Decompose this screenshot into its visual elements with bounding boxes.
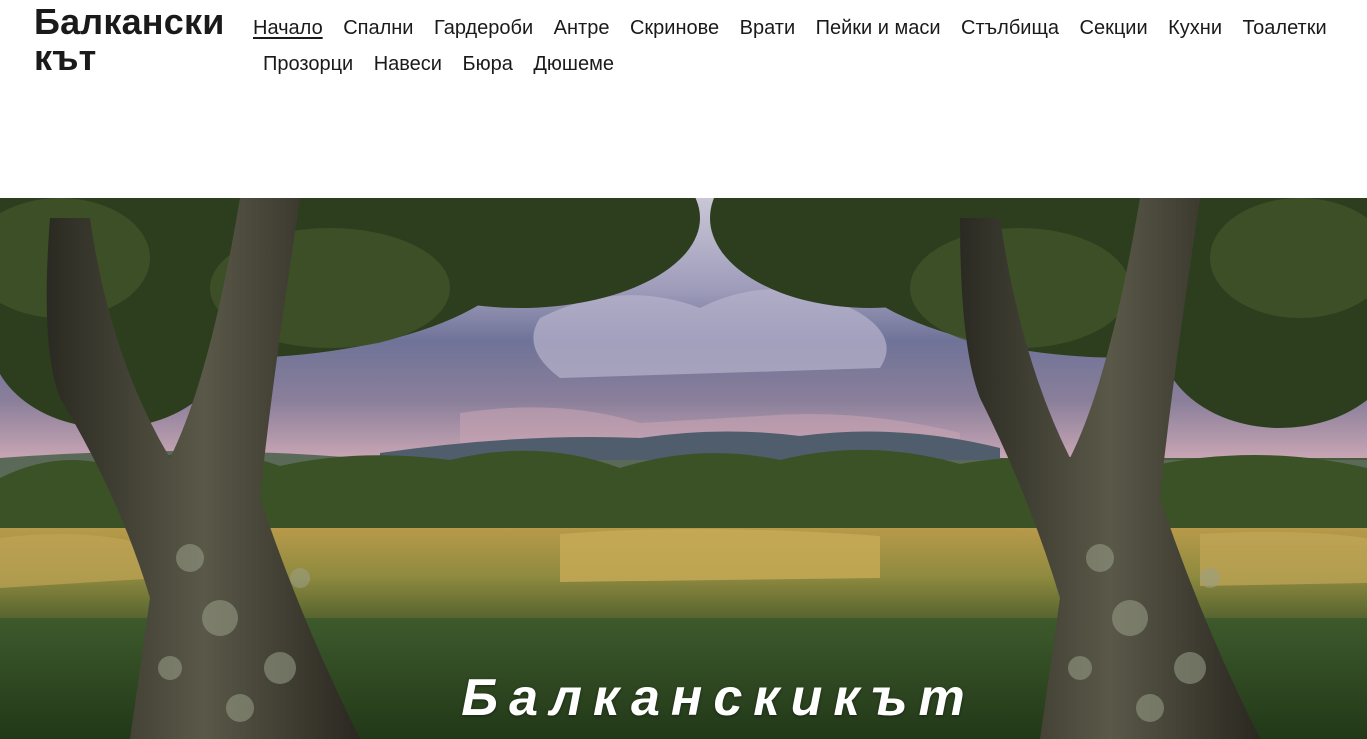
nav-item-desks[interactable]: Бюра	[462, 52, 512, 76]
nav-item-wardrobes[interactable]: Гардероби	[434, 16, 533, 40]
nav-item-bedrooms[interactable]: Спални	[343, 16, 413, 40]
nav-row-2: Прозорци Навеси Бюра Дюшеме	[253, 46, 1363, 82]
hero-banner: Балканскикът	[0, 198, 1367, 739]
nav-item-hallway[interactable]: Антре	[554, 16, 610, 40]
nav-item-flooring[interactable]: Дюшеме	[533, 52, 614, 76]
hero-landscape-image	[0, 198, 1367, 739]
nav-item-stairs[interactable]: Стълбища	[961, 16, 1059, 40]
nav-item-vanities[interactable]: Тоалетки	[1243, 16, 1327, 40]
site-header: Балкански кът Начало Спални Гардероби Ан…	[0, 0, 1367, 198]
site-logo[interactable]: Балкански кът	[34, 4, 234, 76]
nav-item-sections[interactable]: Секции	[1080, 16, 1148, 40]
nav-item-kitchens[interactable]: Кухни	[1168, 16, 1222, 40]
hero-title: Балканскикът	[461, 669, 976, 727]
main-nav: Начало Спални Гардероби Антре Скринове В…	[253, 10, 1363, 82]
nav-item-doors[interactable]: Врати	[740, 16, 795, 40]
nav-item-windows[interactable]: Прозорци	[263, 52, 353, 76]
nav-item-benches-tables[interactable]: Пейки и маси	[816, 16, 941, 40]
nav-row-1: Начало Спални Гардероби Антре Скринове В…	[253, 10, 1363, 46]
nav-item-dressers[interactable]: Скринове	[630, 16, 719, 40]
nav-item-home[interactable]: Начало	[253, 16, 323, 40]
nav-item-canopies[interactable]: Навеси	[374, 52, 442, 76]
